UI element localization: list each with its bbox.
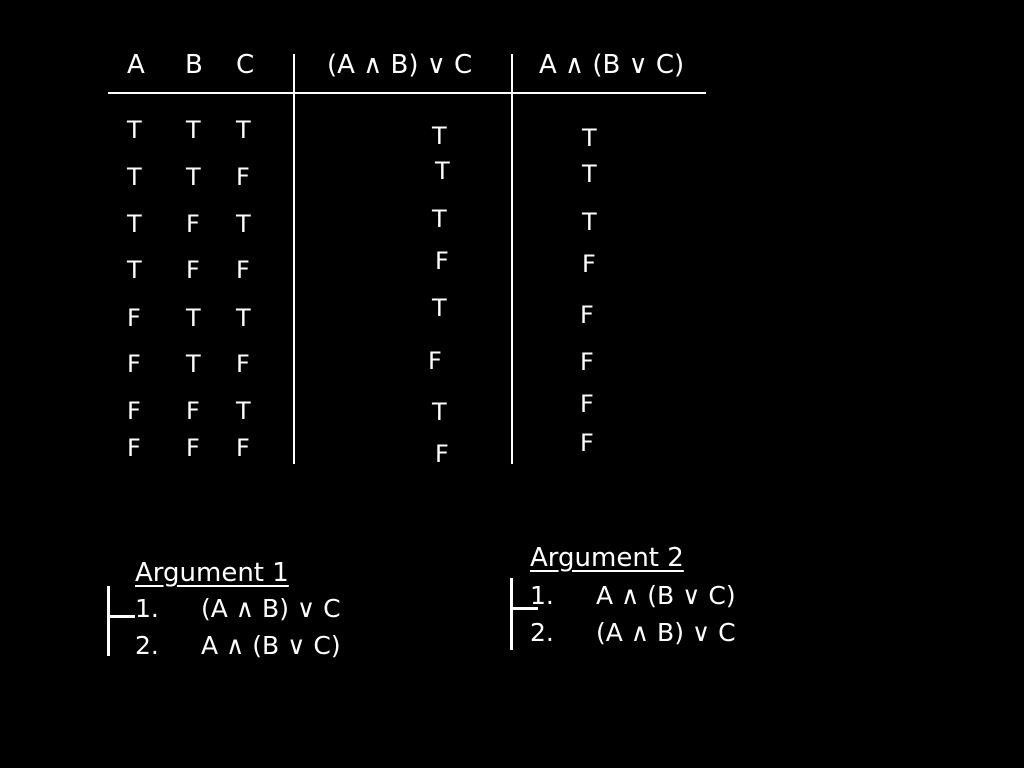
formula: (A ∧ B) ∨ C (596, 618, 736, 647)
argument-1-title: Argument 1 (135, 558, 289, 588)
cell-expr1: F (435, 247, 449, 275)
cell-expr1: T (432, 294, 447, 322)
cell-a: T (127, 116, 142, 144)
cell-expr2: T (582, 124, 597, 152)
cell-b: T (186, 350, 201, 378)
cell-expr1: T (432, 205, 447, 233)
cell-c: T (236, 210, 251, 238)
cell-c: F (236, 163, 250, 191)
line-number: 1. (135, 594, 159, 623)
argument-1-turnstile-vertical (107, 586, 110, 656)
cell-a: T (127, 210, 142, 238)
cell-expr1: F (435, 440, 449, 468)
cell-expr2: F (580, 390, 594, 418)
cell-b: F (186, 397, 200, 425)
cell-a: F (127, 304, 141, 332)
header-expr2: A ∧ (B ∨ C) (539, 50, 685, 80)
header-c: C (236, 50, 255, 80)
argument-2-turnstile-vertical (510, 578, 513, 650)
cell-expr2: F (582, 250, 596, 278)
cell-b: T (186, 304, 201, 332)
cell-a: T (127, 256, 142, 284)
cell-b: F (186, 434, 200, 462)
line-number: 1. (530, 581, 554, 610)
cell-c: F (236, 256, 250, 284)
header-b: B (185, 50, 203, 80)
header-expr1: (A ∧ B) ∨ C (327, 50, 473, 80)
cell-a: F (127, 434, 141, 462)
cell-b: F (186, 256, 200, 284)
cell-expr2: T (582, 208, 597, 236)
cell-c: T (236, 304, 251, 332)
cell-expr1: T (432, 398, 447, 426)
argument-1-premise: 1. (A ∧ B) ∨ C (135, 596, 341, 621)
slide: A B C (A ∧ B) ∨ C A ∧ (B ∨ C) T T T T T … (0, 0, 1024, 768)
cell-expr2: F (580, 301, 594, 329)
formula: A ∧ (B ∨ C) (201, 631, 341, 660)
header-a: A (127, 50, 145, 80)
cell-b: F (186, 210, 200, 238)
cell-b: T (186, 116, 201, 144)
cell-expr1: T (435, 157, 450, 185)
column-divider-1 (293, 54, 295, 464)
cell-expr2: T (582, 160, 597, 188)
cell-c: F (236, 434, 250, 462)
cell-c: T (236, 116, 251, 144)
cell-expr1: T (432, 122, 447, 150)
argument-1-conclusion: 2. A ∧ (B ∨ C) (135, 633, 341, 658)
header-rule (108, 92, 706, 94)
cell-a: T (127, 163, 142, 191)
argument-1-turnstile-horizontal (107, 615, 135, 618)
formula: (A ∧ B) ∨ C (201, 594, 341, 623)
cell-c: F (236, 350, 250, 378)
cell-c: T (236, 397, 251, 425)
line-number: 2. (530, 618, 554, 647)
cell-expr1: F (428, 347, 442, 375)
argument-2-title: Argument 2 (530, 543, 684, 573)
cell-expr2: F (580, 348, 594, 376)
cell-a: F (127, 397, 141, 425)
argument-2-conclusion: 2. (A ∧ B) ∨ C (530, 620, 736, 645)
cell-expr2: F (580, 429, 594, 457)
cell-b: T (186, 163, 201, 191)
cell-a: F (127, 350, 141, 378)
line-number: 2. (135, 631, 159, 660)
column-divider-2 (511, 54, 513, 464)
formula: A ∧ (B ∨ C) (596, 581, 736, 610)
argument-2-premise: 1. A ∧ (B ∨ C) (530, 583, 736, 608)
